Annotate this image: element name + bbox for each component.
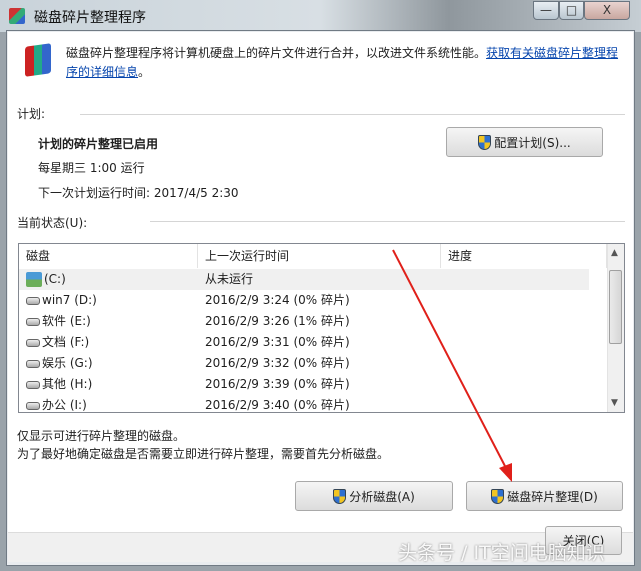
watermark: 头条号 / IT空间电脑知识 (398, 542, 605, 564)
annotation-arrow (392, 249, 512, 482)
arrow-head (499, 463, 512, 482)
arrow-line (392, 249, 507, 469)
